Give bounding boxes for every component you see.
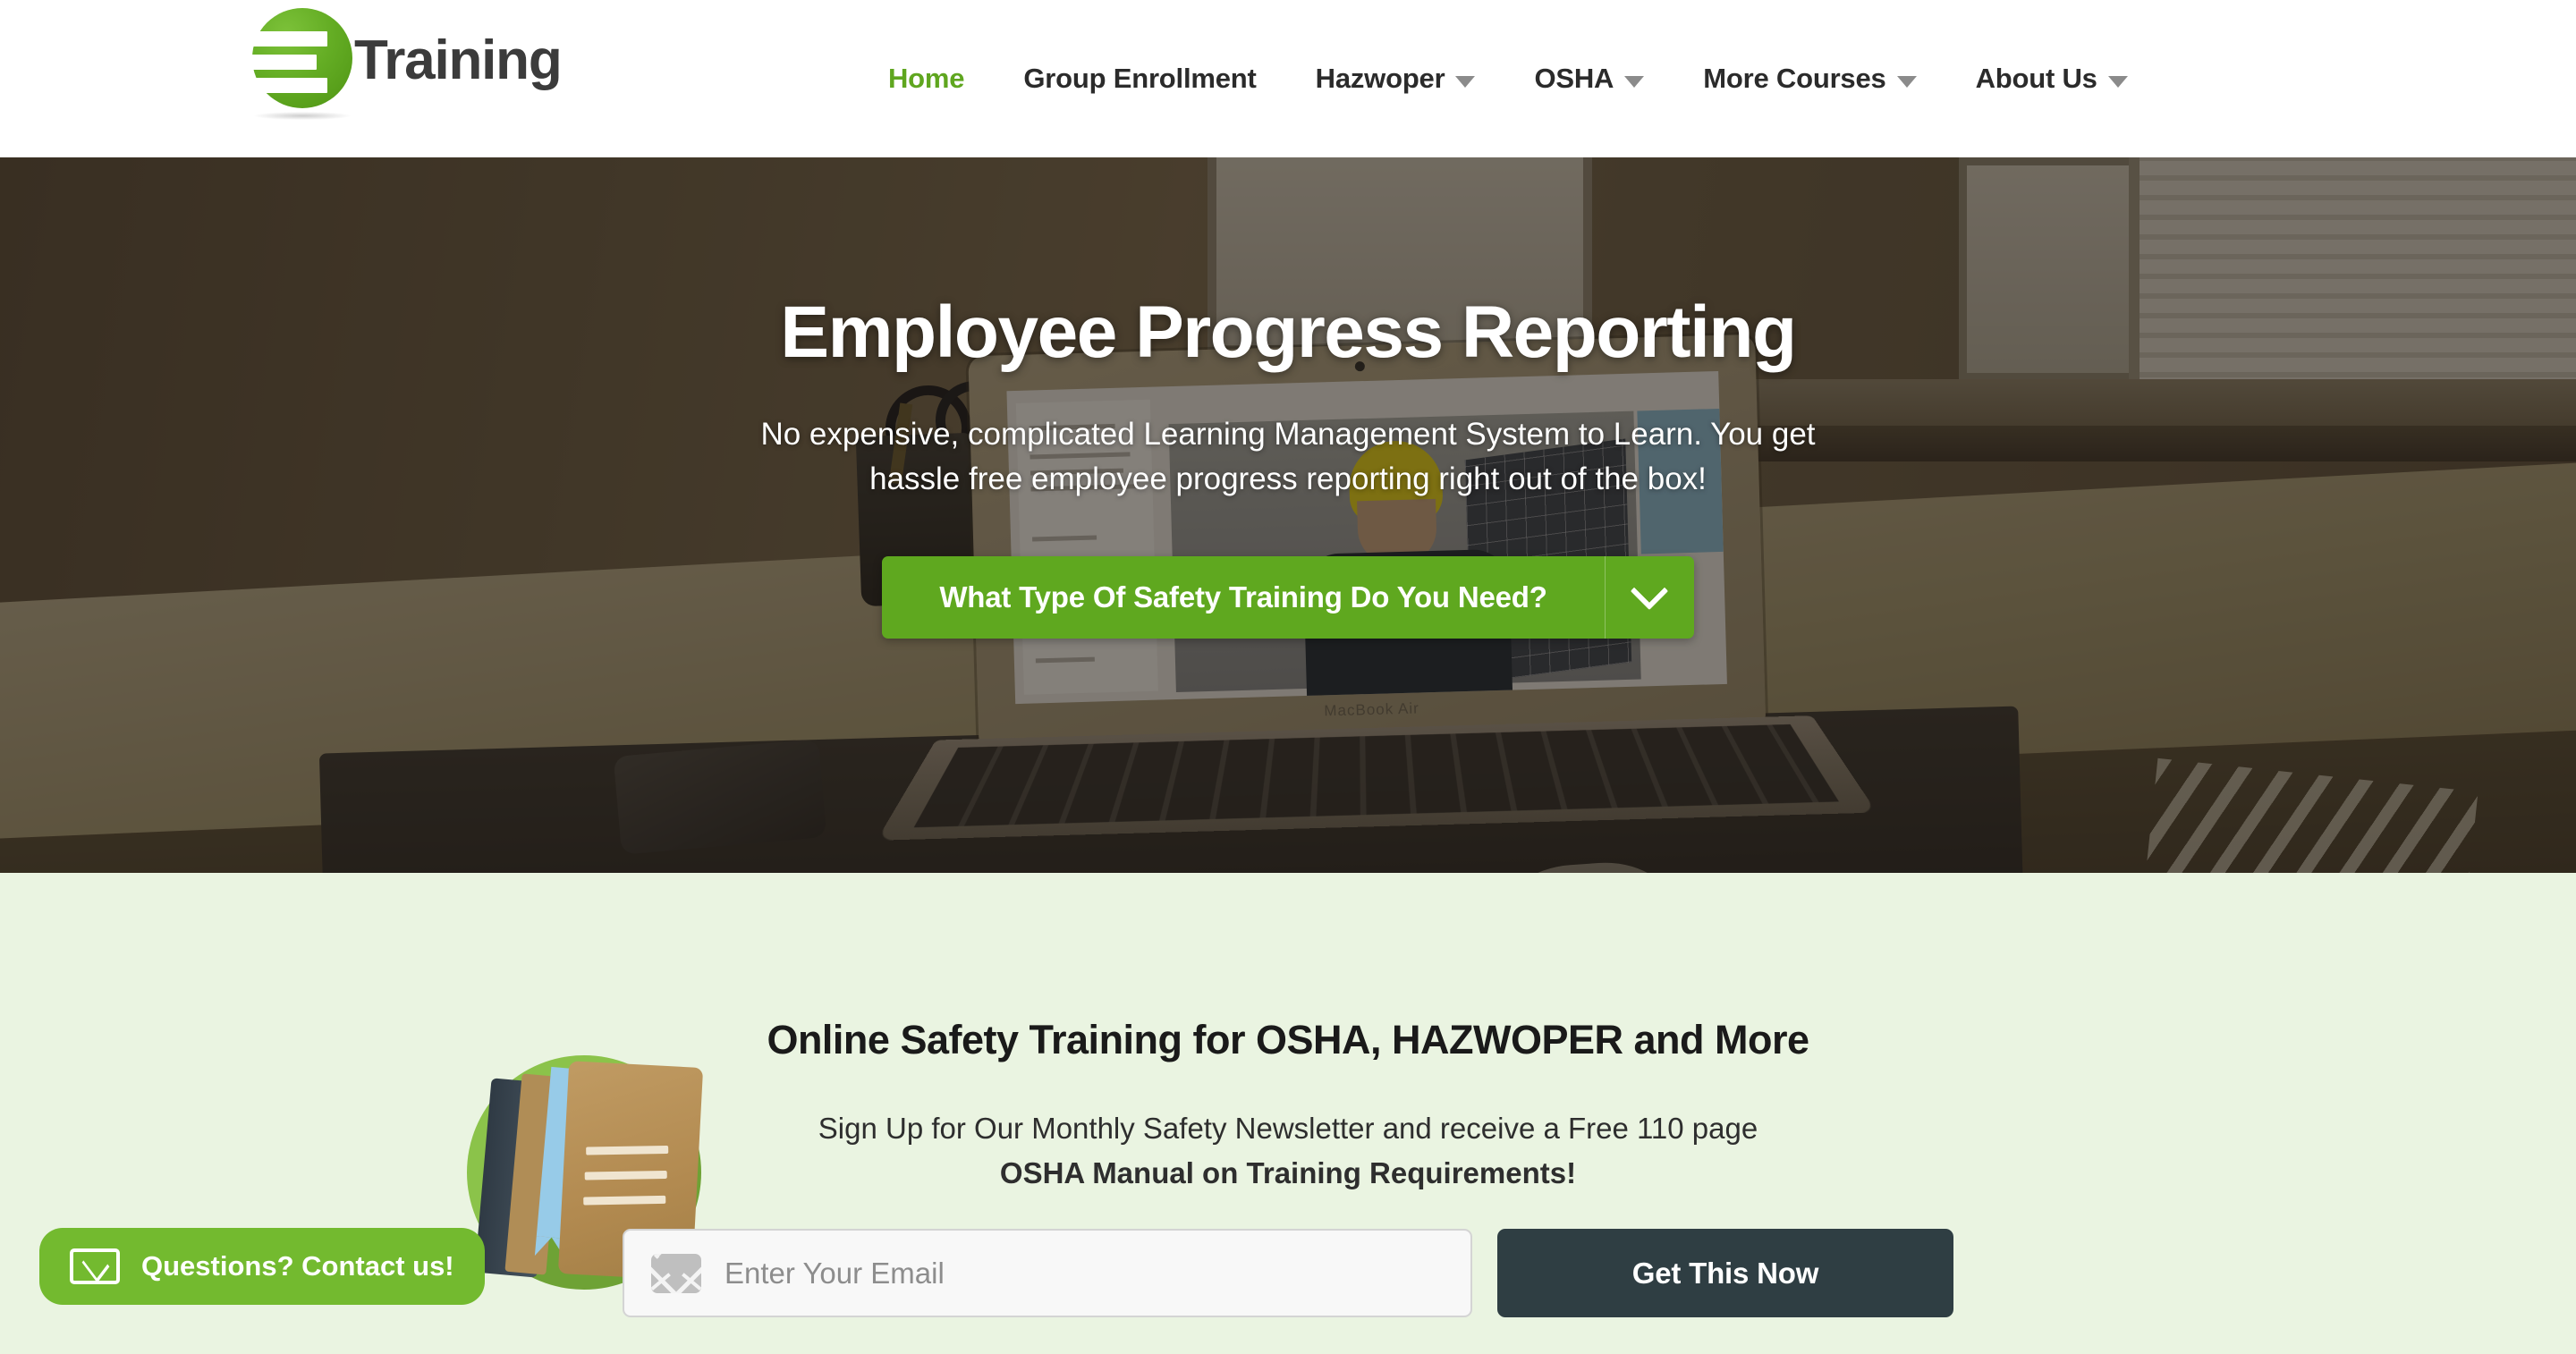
email-input[interactable]	[724, 1256, 1422, 1291]
envelope-icon	[70, 1248, 120, 1284]
hero-banner: MacBook Air Employee Progress Reporting …	[0, 157, 2576, 873]
chevron-down-icon[interactable]	[1604, 556, 1694, 639]
email-field-wrapper[interactable]	[623, 1229, 1472, 1317]
nav-item-label: About Us	[1975, 63, 2097, 94]
newsletter-signup-form: Get This Now	[623, 1229, 1953, 1317]
main-navigation: Home Group Enrollment Hazwoper OSHA More…	[859, 0, 2157, 157]
newsletter-subtext-line2: OSHA Manual on Training Requirements!	[999, 1155, 1577, 1189]
three-bars-disc-logo-icon	[240, 4, 352, 120]
contact-us-tab[interactable]: Questions? Contact us!	[39, 1228, 485, 1305]
site-header: Training Home Group Enrollment Hazwoper …	[0, 0, 2576, 157]
safety-training-cta-button[interactable]: What Type Of Safety Training Do You Need…	[882, 556, 1694, 639]
nav-item-label: Group Enrollment	[1023, 63, 1257, 94]
envelope-icon	[651, 1253, 701, 1293]
chevron-down-icon	[2107, 75, 2128, 88]
nav-item-label: Hazwoper	[1315, 63, 1445, 94]
brand-wordmark: Training	[354, 30, 563, 91]
newsletter-subtext-line1: Sign Up for Our Monthly Safety Newslette…	[818, 1112, 1758, 1145]
nav-item-group-enrollment[interactable]: Group Enrollment	[994, 0, 1285, 157]
nav-item-about-us[interactable]: About Us	[1946, 0, 2157, 157]
safety-training-cta-label: What Type Of Safety Training Do You Need…	[939, 580, 1547, 614]
nav-item-label: More Courses	[1703, 63, 1886, 94]
nav-item-home[interactable]: Home	[859, 0, 994, 157]
nav-item-label: Home	[888, 63, 965, 94]
nav-item-osha[interactable]: OSHA	[1504, 0, 1674, 157]
get-this-now-button[interactable]: Get This Now	[1497, 1229, 1953, 1317]
contact-us-tab-label: Questions? Contact us!	[141, 1250, 454, 1282]
newsletter-subtext: Sign Up for Our Monthly Safety Newslette…	[707, 1106, 1869, 1195]
brand-logo[interactable]: Training	[240, 4, 563, 120]
nav-item-more-courses[interactable]: More Courses	[1674, 0, 1945, 157]
nav-item-hazwoper[interactable]: Hazwoper	[1286, 0, 1505, 157]
nav-item-label: OSHA	[1534, 63, 1614, 94]
chevron-down-icon	[1455, 75, 1476, 88]
newsletter-heading: Online Safety Training for OSHA, HAZWOPE…	[767, 1017, 1809, 1062]
chevron-down-icon	[1624, 75, 1645, 88]
hero-title: Employee Progress Reporting	[780, 292, 1797, 373]
chevron-down-icon	[1896, 75, 1917, 88]
hero-subtitle: No expensive, complicated Learning Manag…	[760, 417, 1816, 496]
